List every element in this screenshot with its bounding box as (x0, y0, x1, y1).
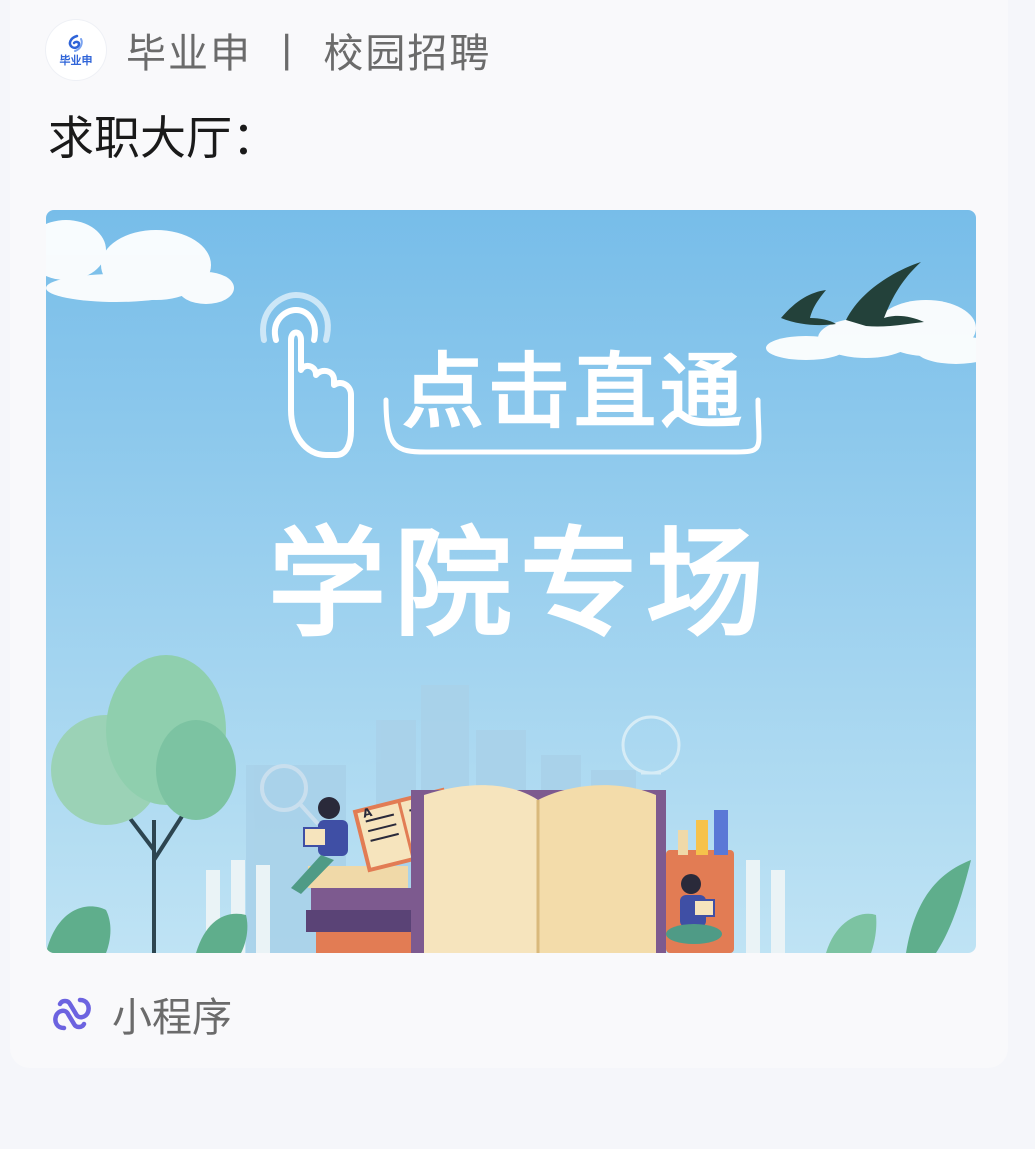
open-book-large-icon (411, 785, 666, 953)
account-name[interactable]: 毕业申 丨 校园招聘 (126, 21, 491, 79)
mini-program-icon (53, 997, 91, 1031)
avatar[interactable]: 毕业申 (46, 20, 106, 80)
post-title: 求职大厅： (48, 111, 278, 165)
account-header[interactable]: 毕业申 毕业申 丨 校园招聘 (46, 20, 491, 80)
banner-illustration: 点击直通 学院专场 A (46, 210, 976, 953)
banner-subtitle: 学院专场 (268, 515, 772, 653)
avatar-label: 毕业申 (59, 53, 93, 67)
banner-headline: 点击直通 (402, 345, 746, 440)
brand-logo-icon (68, 34, 83, 52)
mini-program-label: 小程序 (112, 995, 232, 1041)
book-stack-icon (306, 866, 416, 953)
mini-program-banner[interactable]: 点击直通 学院专场 A (46, 210, 976, 953)
mini-program-footer[interactable]: 小程序 (50, 988, 232, 1041)
